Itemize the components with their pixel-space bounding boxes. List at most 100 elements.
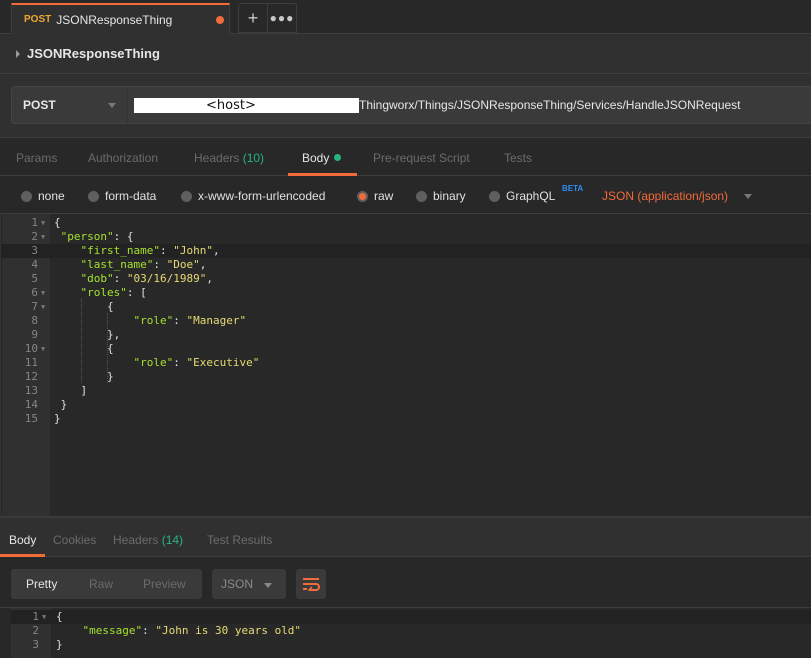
code-line: 15}	[1, 412, 811, 426]
code-line: 13 ]	[1, 384, 811, 398]
json-punctuation: }	[56, 638, 63, 651]
line-number: 9	[31, 328, 38, 341]
code-line: 14 }	[1, 398, 811, 412]
tab-params[interactable]: Params	[16, 138, 57, 176]
radio-icon	[21, 190, 32, 202]
view-mode-pretty[interactable]: Pretty	[26, 577, 57, 591]
json-punctuation: ,	[199, 258, 207, 271]
method-select-value: POST	[23, 98, 56, 112]
code-text: }	[54, 398, 68, 412]
json-punctuation: :	[159, 244, 174, 257]
chevron-down-icon[interactable]	[744, 194, 752, 199]
tab-strip: POST JSONResponseThing + ●●●	[0, 0, 811, 34]
json-string: "John is 30 years old"	[155, 624, 302, 637]
content-type-select[interactable]: JSON (application/json)	[602, 189, 728, 203]
radio-icon	[489, 190, 500, 202]
url-box: POST <host> Thingworx/Things/JSONRespons…	[11, 86, 811, 124]
tab-headers[interactable]: Headers (10)	[194, 138, 264, 176]
json-punctuation: :	[113, 272, 127, 285]
tab-label: Body	[302, 151, 330, 165]
line-number: 6	[31, 286, 38, 299]
response-headers-count: (14)	[161, 533, 184, 547]
code-text: "message": "John is 30 years old"	[56, 624, 302, 638]
code-text: "role": "Executive"	[54, 356, 259, 370]
radio-form-data[interactable]: form-data	[88, 189, 156, 203]
request-title[interactable]: JSONResponseThing	[27, 46, 160, 61]
radio-label: form-data	[105, 189, 157, 203]
view-mode-preview[interactable]: Preview	[143, 577, 186, 591]
line-number: 7	[31, 300, 38, 313]
tab-tests[interactable]: Tests	[504, 138, 532, 176]
code-line: 5 "dob": "03/16/1989",	[1, 272, 811, 286]
json-punctuation: {	[106, 300, 114, 313]
radio-label: none	[38, 189, 65, 203]
new-tab-button[interactable]: +	[238, 3, 268, 33]
code-text: {	[56, 610, 63, 624]
response-tab-test-results[interactable]: Test Results	[207, 518, 272, 557]
chevron-down-icon	[264, 583, 272, 588]
radio-raw[interactable]: raw	[357, 189, 393, 203]
response-tab-headers[interactable]: Headers (14)	[113, 518, 183, 557]
beta-badge: BETA	[562, 184, 584, 193]
fold-arrow-icon[interactable]: ▼	[42, 610, 46, 624]
response-tab-cookies[interactable]: Cookies	[53, 518, 96, 557]
fold-arrow-icon[interactable]: ▼	[41, 216, 45, 230]
json-key: "role"	[133, 314, 174, 327]
fold-arrow-icon[interactable]: ▼	[41, 230, 45, 244]
indent-guide	[81, 299, 82, 383]
fold-arrow-icon[interactable]: ▼	[41, 286, 45, 300]
response-body-editor[interactable]: 1 ▼{2 "message": "John is 30 years old" 3}	[11, 608, 811, 658]
line-number: 1	[31, 216, 38, 229]
tab-body[interactable]: Body	[288, 138, 357, 176]
fold-arrow-icon[interactable]: ▼	[41, 342, 45, 356]
expand-caret-icon[interactable]	[16, 49, 20, 58]
indent-guide	[107, 313, 108, 383]
code-line: 11 "role": "Executive"	[1, 356, 811, 370]
json-key: "first_name"	[80, 244, 160, 257]
tab-label: Headers	[194, 151, 240, 165]
url-input[interactable]: <host> Thingworx/Things/JSONResponseThin…	[134, 94, 741, 116]
request-body-editor[interactable]: 1 ▼{2 ▼ "person": {3 "first_name": "John",…	[0, 214, 811, 516]
json-punctuation: ,	[206, 272, 213, 285]
response-tab-body[interactable]: Body	[0, 518, 45, 557]
json-punctuation: }	[54, 412, 61, 425]
radio-icon	[88, 190, 99, 202]
json-string: "03/16/1989"	[126, 272, 207, 285]
tab-label: Headers	[113, 533, 159, 547]
fold-arrow-icon[interactable]: ▼	[41, 300, 45, 314]
url-path: Thingworx/Things/JSONResponseThing/Servi…	[359, 98, 741, 112]
radio-binary[interactable]: binary	[416, 189, 466, 203]
line-number: 11	[24, 356, 38, 369]
tab-authorization[interactable]: Authorization	[88, 138, 158, 176]
line-number: 10	[24, 342, 38, 355]
radio-none[interactable]: none	[21, 189, 65, 203]
code-text: "first_name": "John",	[54, 244, 220, 258]
request-tab-method: POST	[24, 14, 52, 25]
body-set-dot-icon	[334, 154, 342, 161]
code-line: 6 ▼ "roles": [	[1, 286, 811, 300]
more-tabs-button[interactable]: ●●●	[267, 3, 297, 33]
json-key: "dob"	[80, 272, 114, 285]
code-text: "role": "Manager"	[54, 314, 246, 328]
radio-label: binary	[433, 189, 466, 203]
request-name-bar: JSONResponseThing	[0, 34, 811, 74]
view-mode-raw[interactable]: Raw	[89, 577, 113, 591]
json-punctuation: : {	[113, 230, 134, 243]
response-format-select[interactable]: JSON	[212, 569, 286, 599]
line-number: 2	[32, 624, 39, 637]
line-number: 13	[24, 384, 38, 397]
radio-graphql[interactable]: GraphQL	[489, 189, 555, 203]
wrap-lines-button[interactable]	[296, 569, 326, 599]
wrap-lines-icon	[303, 578, 320, 591]
code-line: 3 "first_name": "John",	[1, 244, 811, 258]
request-tab[interactable]: POST JSONResponseThing	[11, 3, 230, 34]
line-number: 3	[32, 638, 39, 651]
tab-pre-request-script[interactable]: Pre-request Script	[373, 138, 470, 176]
json-punctuation: ,	[212, 244, 220, 257]
radio-x-www-form-urlencoded[interactable]: x-www-form-urlencoded	[181, 189, 325, 203]
url-host-redacted: <host>	[134, 97, 359, 113]
code-line: 10 ▼ {	[1, 342, 811, 356]
view-mode-segmented-control: Pretty Raw Preview	[11, 569, 202, 599]
method-select[interactable]: POST	[12, 87, 128, 123]
json-key: "role"	[133, 356, 174, 369]
